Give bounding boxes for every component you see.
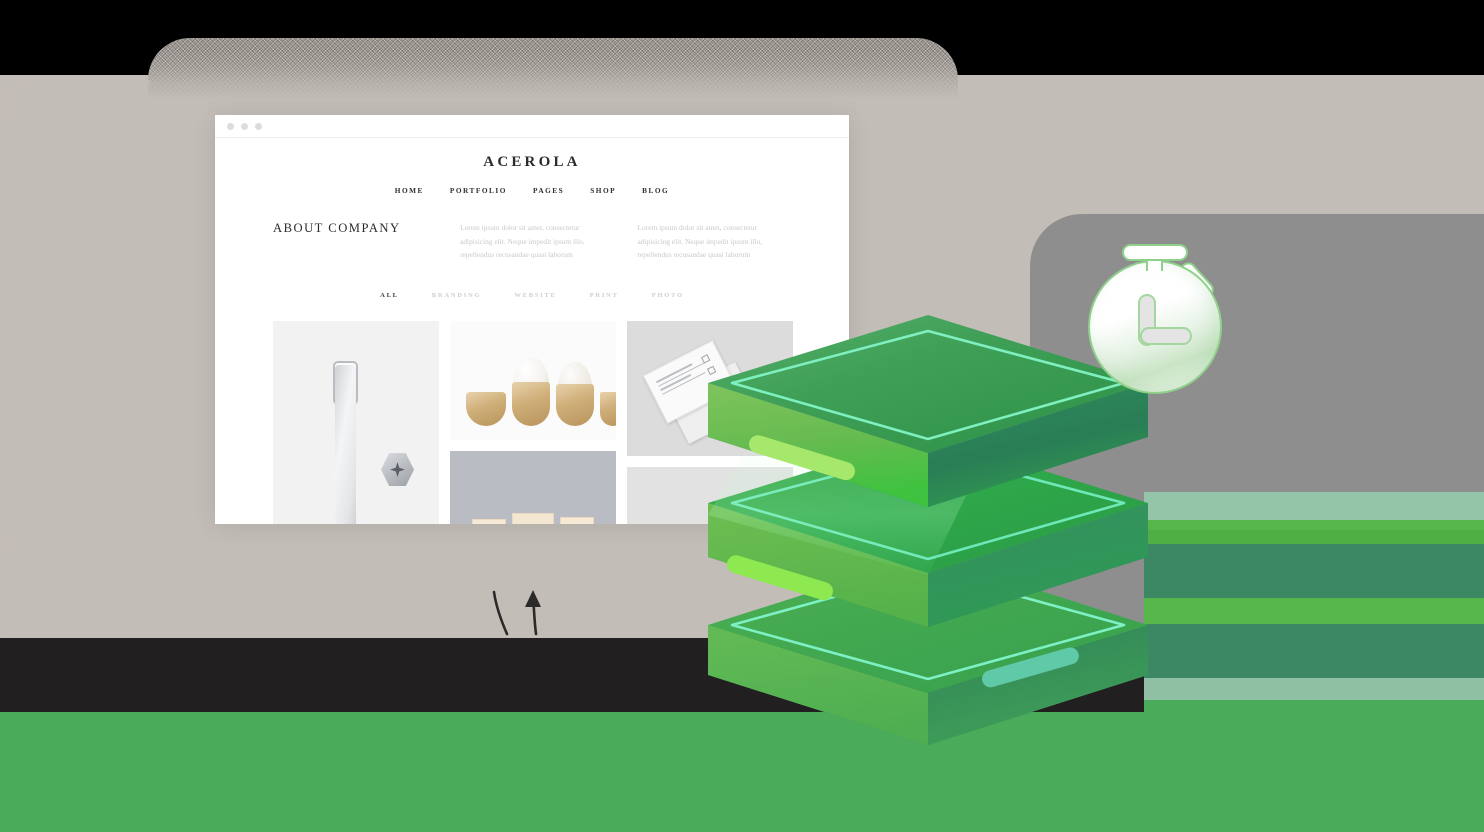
stopwatch-hand-horizontal bbox=[1140, 327, 1192, 345]
about-heading: ABOUT COMPANY bbox=[273, 221, 401, 235]
curved-stroke bbox=[492, 590, 509, 636]
green-stripe bbox=[1144, 624, 1484, 678]
stationery-card bbox=[512, 513, 554, 524]
window-maximize-dot[interactable] bbox=[255, 122, 262, 130]
filter-photo[interactable]: PHOTO bbox=[652, 292, 684, 299]
site-nav: HOME PORTFOLIO PAGES SHOP BLOG bbox=[273, 186, 791, 195]
portfolio-thumb-egg-cups[interactable] bbox=[450, 321, 616, 441]
wooden-bowl-shape bbox=[466, 392, 506, 427]
stationery-card bbox=[472, 519, 506, 524]
about-section: ABOUT COMPANY Lorem ipsum dolor sit amet… bbox=[273, 221, 791, 262]
green-stripe bbox=[1144, 678, 1484, 700]
filter-print[interactable]: PRINT bbox=[590, 292, 619, 299]
green-stripe bbox=[1144, 544, 1484, 600]
about-paragraph: Lorem ipsum dolor sit amet, consectetur … bbox=[637, 223, 763, 260]
about-paragraph: Lorem ipsum dolor sit amet, consectetur … bbox=[460, 223, 585, 260]
filter-branding[interactable]: BRANDING bbox=[432, 292, 482, 299]
edge-streak bbox=[0, 92, 148, 105]
window-close-dot[interactable] bbox=[227, 122, 234, 130]
portfolio-thumb-stationery[interactable] bbox=[450, 451, 616, 524]
nav-item-pages[interactable]: PAGES bbox=[533, 186, 564, 195]
edge-streak bbox=[0, 630, 70, 634]
wooden-cup-shape bbox=[600, 392, 616, 427]
nav-item-portfolio[interactable]: PORTFOLIO bbox=[450, 186, 507, 195]
scene: ACEROLA HOME PORTFOLIO PAGES SHOP BLOG A… bbox=[0, 0, 1484, 832]
nav-item-shop[interactable]: SHOP bbox=[590, 186, 616, 195]
nav-item-blog[interactable]: BLOG bbox=[642, 186, 669, 195]
portfolio-column bbox=[450, 321, 616, 524]
doodle-arrows bbox=[492, 590, 541, 636]
green-stripe bbox=[1144, 492, 1484, 520]
dither-noise-edge bbox=[148, 38, 958, 100]
wooden-cup-shape bbox=[512, 382, 550, 427]
portfolio-thumb-pen-and-screw[interactable] bbox=[273, 321, 439, 524]
wooden-cup-shape bbox=[556, 384, 594, 427]
arrow-head bbox=[525, 590, 541, 607]
stationery-card bbox=[560, 517, 594, 524]
site-logo: ACEROLA bbox=[483, 154, 581, 170]
pen-body-shape bbox=[335, 365, 356, 524]
filter-website[interactable]: WEBSITE bbox=[514, 292, 556, 299]
filter-all[interactable]: ALL bbox=[380, 292, 399, 299]
stopwatch-icon bbox=[1082, 222, 1238, 394]
stopwatch-crown bbox=[1122, 244, 1188, 261]
green-stripe bbox=[1144, 598, 1484, 624]
green-stripe bbox=[1144, 700, 1484, 832]
browser-chrome bbox=[215, 115, 849, 138]
edge-streak bbox=[0, 80, 150, 85]
nav-item-home[interactable]: HOME bbox=[395, 186, 424, 195]
edge-streak bbox=[0, 110, 146, 116]
window-minimize-dot[interactable] bbox=[241, 122, 248, 130]
edge-streak bbox=[0, 538, 143, 547]
portfolio-column bbox=[273, 321, 439, 524]
